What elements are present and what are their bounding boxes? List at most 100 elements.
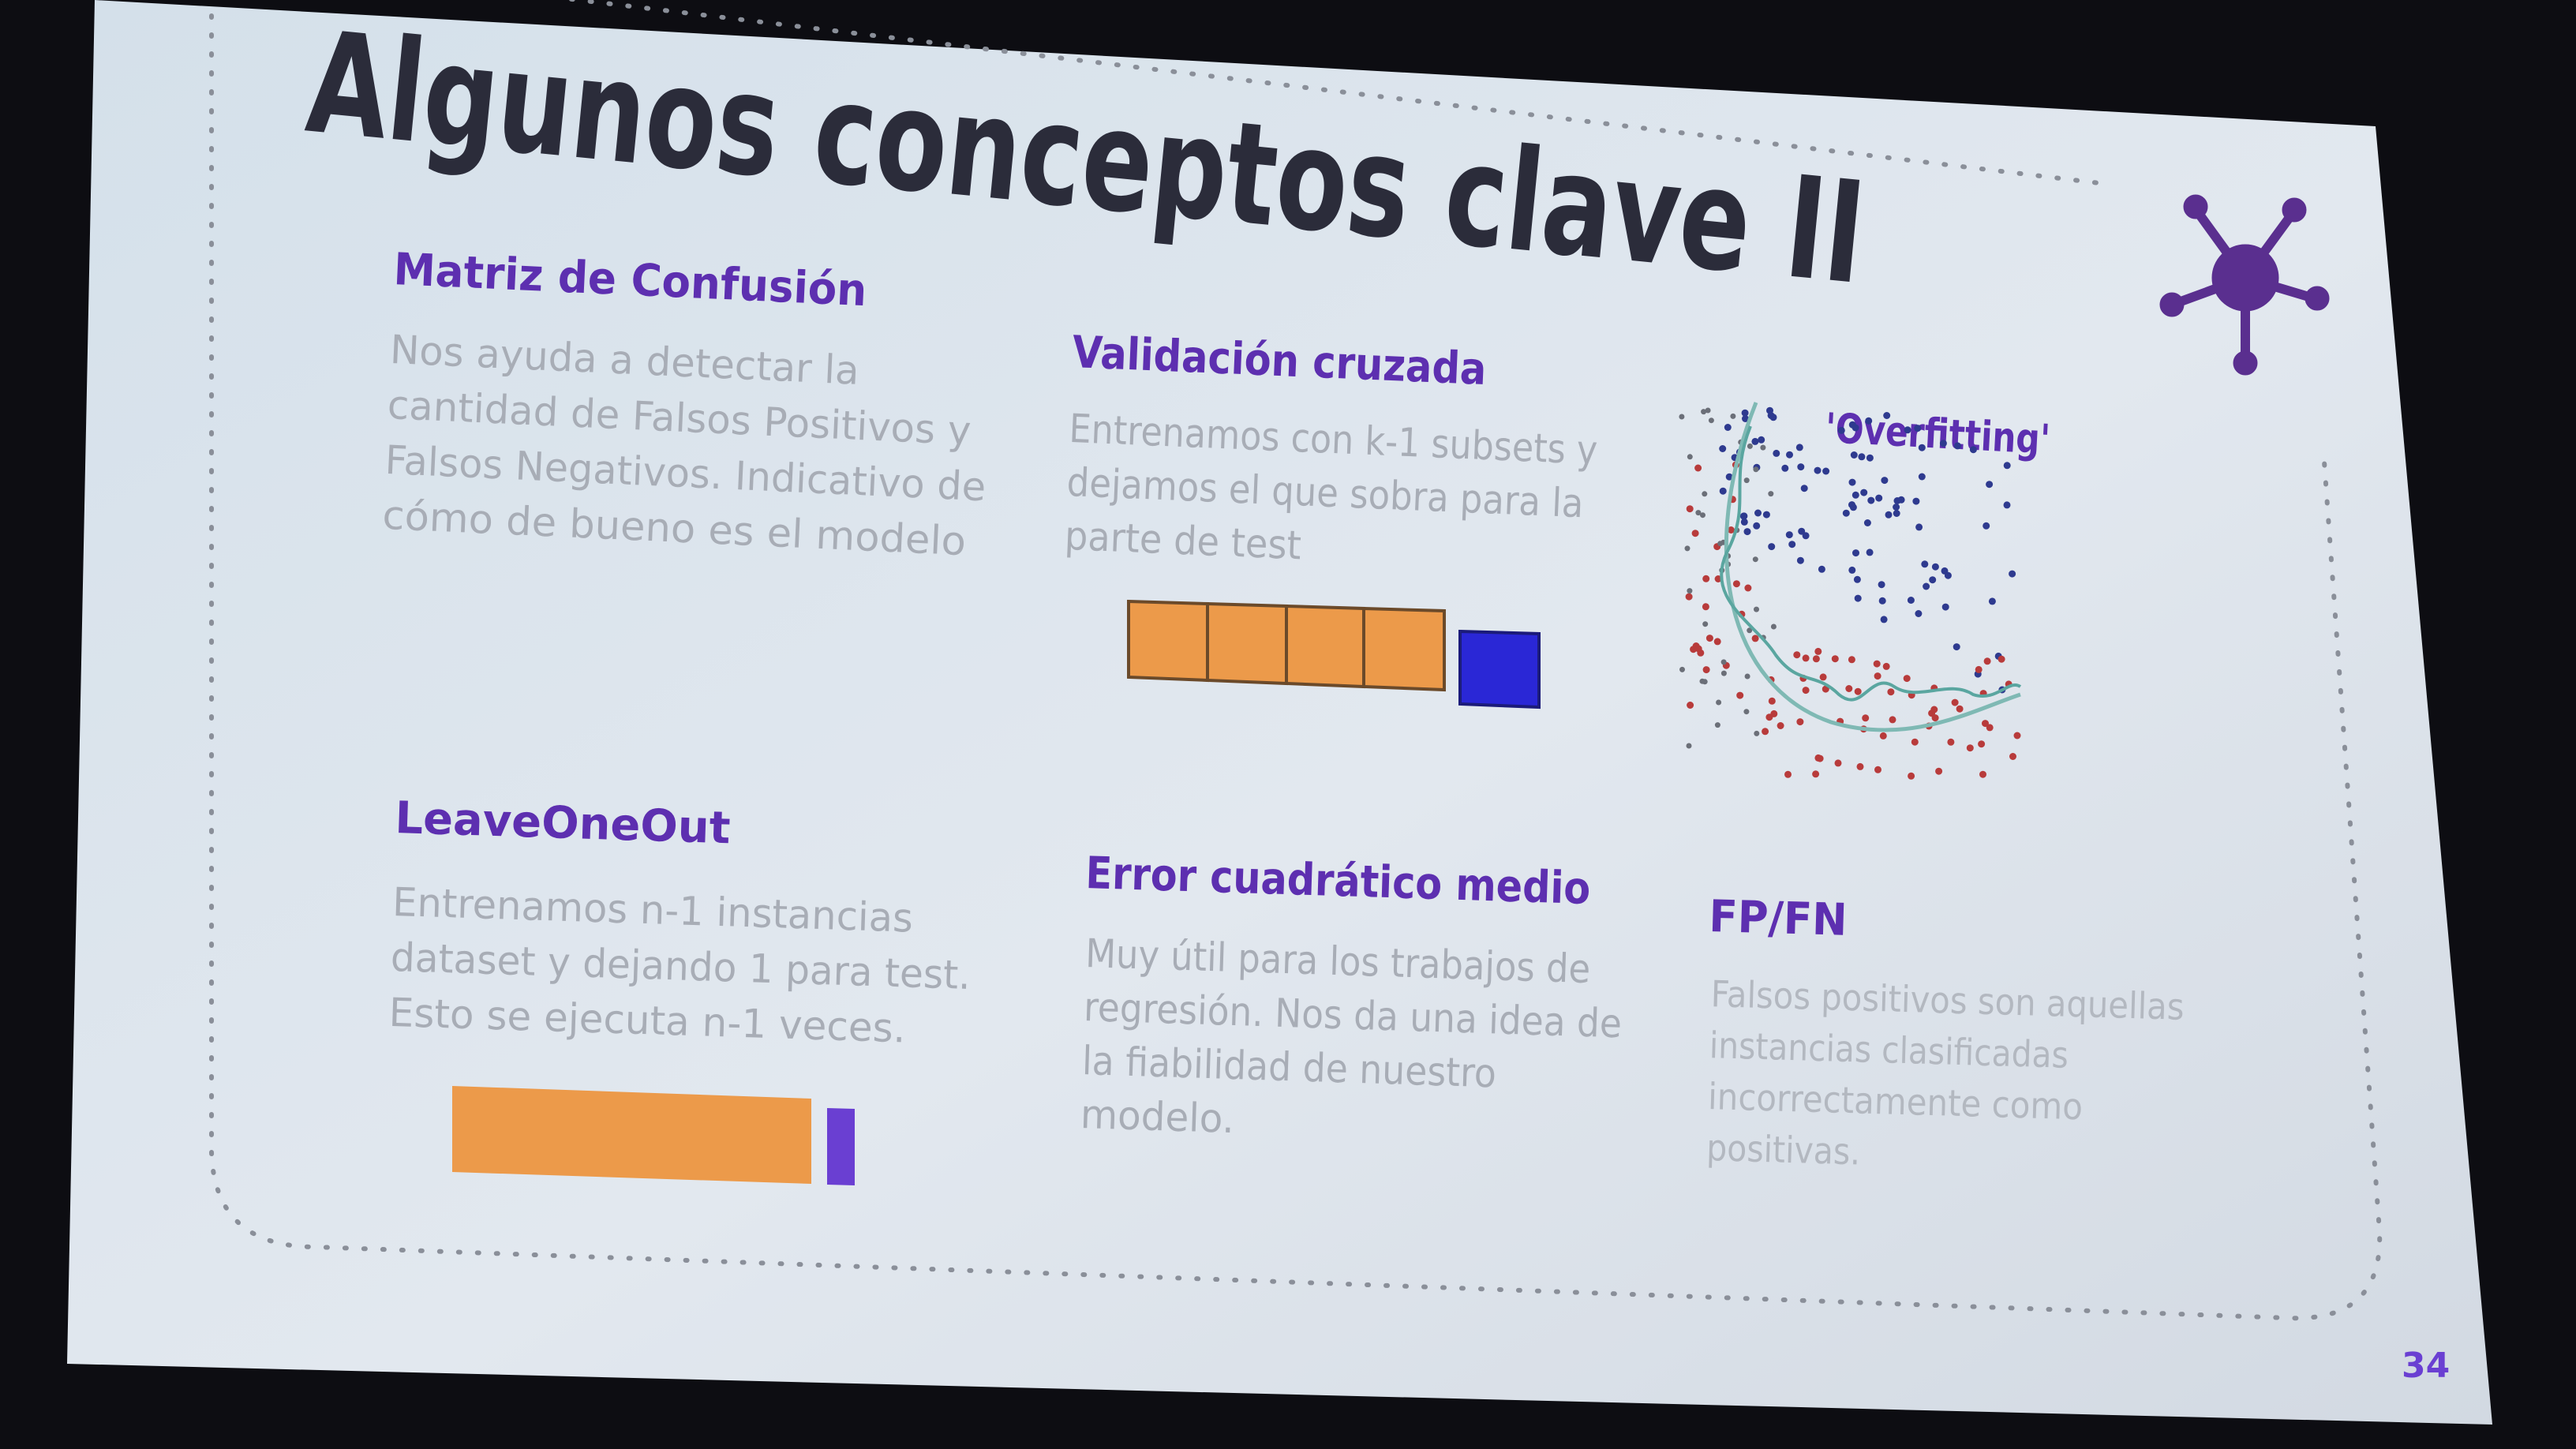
scatter-point <box>1854 687 1862 695</box>
scatter-point <box>1893 504 1900 511</box>
scatter-point <box>1931 563 1939 571</box>
scatter-point <box>1686 505 1694 513</box>
scatter-point <box>2003 501 2011 509</box>
scatter-point <box>1687 588 1693 594</box>
scatter-point <box>1814 647 1822 655</box>
scatter-point <box>1982 720 1989 728</box>
scatter-point <box>1865 417 1873 425</box>
scatter-point <box>1770 710 1778 717</box>
scatter-point <box>1702 666 1710 674</box>
scatter-point <box>1921 560 1929 568</box>
scatter-point <box>1730 413 1736 419</box>
scatter-point <box>1768 491 1774 497</box>
scatter-point <box>1719 487 1727 495</box>
scatter-point <box>1819 673 1827 681</box>
scatter-point <box>1754 730 1760 736</box>
scatter-point <box>1983 657 1991 665</box>
scatter-point <box>1882 662 1890 670</box>
scatter-point <box>1777 722 1784 729</box>
scatter-point <box>1907 597 1915 604</box>
scatter-point <box>1684 545 1690 552</box>
scatter-point <box>1679 414 1685 420</box>
scatter-point <box>1751 437 1759 445</box>
scatter-point <box>1716 699 1722 706</box>
section-heading: FP/FN <box>1709 891 1848 946</box>
scatter-point <box>1690 646 1698 653</box>
scatter-point <box>1848 421 1856 429</box>
scatter-point <box>1773 449 1780 457</box>
test-block <box>827 1108 855 1185</box>
section-heading: LeaveOneOut <box>395 792 732 854</box>
scatter-point <box>2003 462 2011 470</box>
scatter-point <box>1781 464 1789 472</box>
scatter-point <box>1848 566 1856 574</box>
scatter-point <box>1850 451 1858 459</box>
scatter-point <box>1800 485 1808 492</box>
scatter-point <box>1878 597 1886 605</box>
scatter-point <box>1975 665 1983 673</box>
scatter-point <box>1753 522 1761 530</box>
scatter-point <box>1802 654 1810 662</box>
scatter-point <box>1915 523 1923 531</box>
scatter-point <box>1753 466 1759 473</box>
train-fold <box>1206 601 1288 686</box>
scatter-point <box>1743 528 1751 536</box>
scatter-point <box>1953 643 1960 651</box>
scatter-point <box>1797 463 1805 471</box>
section-body-line: modelo. <box>1080 1091 1235 1142</box>
scatter-point <box>1879 732 1887 739</box>
scatter-point <box>1814 754 1822 762</box>
scatter-point <box>1866 454 1874 462</box>
scatter-point <box>1956 705 1964 713</box>
scatter-point <box>1904 426 1911 434</box>
scatter-point <box>1874 766 1881 773</box>
scatter-point <box>1986 481 1994 489</box>
scatter-point <box>1947 738 1955 746</box>
scatter-point <box>1834 759 1842 767</box>
scatter-point <box>1951 698 1959 706</box>
scatter-point <box>1720 670 1727 676</box>
scatter-point <box>1969 446 1977 454</box>
scatter-point <box>1866 549 1874 556</box>
scatter-point <box>1812 655 1820 663</box>
scatter-point <box>1912 497 1920 505</box>
scatter-point <box>1929 576 1937 584</box>
scatter-point <box>1911 738 1919 746</box>
scatter-point <box>1978 740 1986 748</box>
scatter-point <box>1747 443 1753 449</box>
scatter-point <box>1822 467 1830 475</box>
scatter-point <box>1768 543 1776 551</box>
scatter-point <box>1856 762 1864 770</box>
scatter-point <box>1714 722 1720 728</box>
scatter-point <box>1786 451 1793 459</box>
scatter-point <box>1831 655 1839 663</box>
scatter-point <box>1908 772 1915 780</box>
scatter-point <box>1743 477 1750 484</box>
scatter-point <box>1679 666 1685 672</box>
scatter-point <box>1880 616 1888 623</box>
scatter-point <box>1885 511 1893 519</box>
scatter-point <box>1914 425 1922 432</box>
scatter-point <box>1754 509 1762 517</box>
scatter-point <box>2009 570 2016 578</box>
scatter-point <box>1758 436 1765 444</box>
scatter-point <box>1842 509 1850 517</box>
train-fold <box>1127 599 1209 683</box>
scatter-point <box>1845 685 1853 692</box>
scatter-point <box>1784 770 1792 778</box>
scatter-point <box>2009 753 2016 760</box>
scatter-point <box>1701 409 1707 415</box>
scatter-point <box>1796 556 1804 564</box>
scatter-point <box>1853 575 1861 583</box>
scatter-point <box>1785 531 1793 539</box>
scatter-point <box>1795 444 1803 451</box>
scatter-point <box>1837 426 1845 434</box>
scatter-point <box>1762 728 1769 736</box>
scatter-point <box>1918 444 1926 451</box>
scatter-point <box>1744 673 1750 680</box>
scatter-point <box>1691 530 1699 537</box>
scatter-point <box>1705 635 1713 642</box>
scatter-point <box>1887 688 1895 696</box>
scatter-point <box>1941 567 1949 575</box>
scatter-point <box>1881 477 1889 485</box>
